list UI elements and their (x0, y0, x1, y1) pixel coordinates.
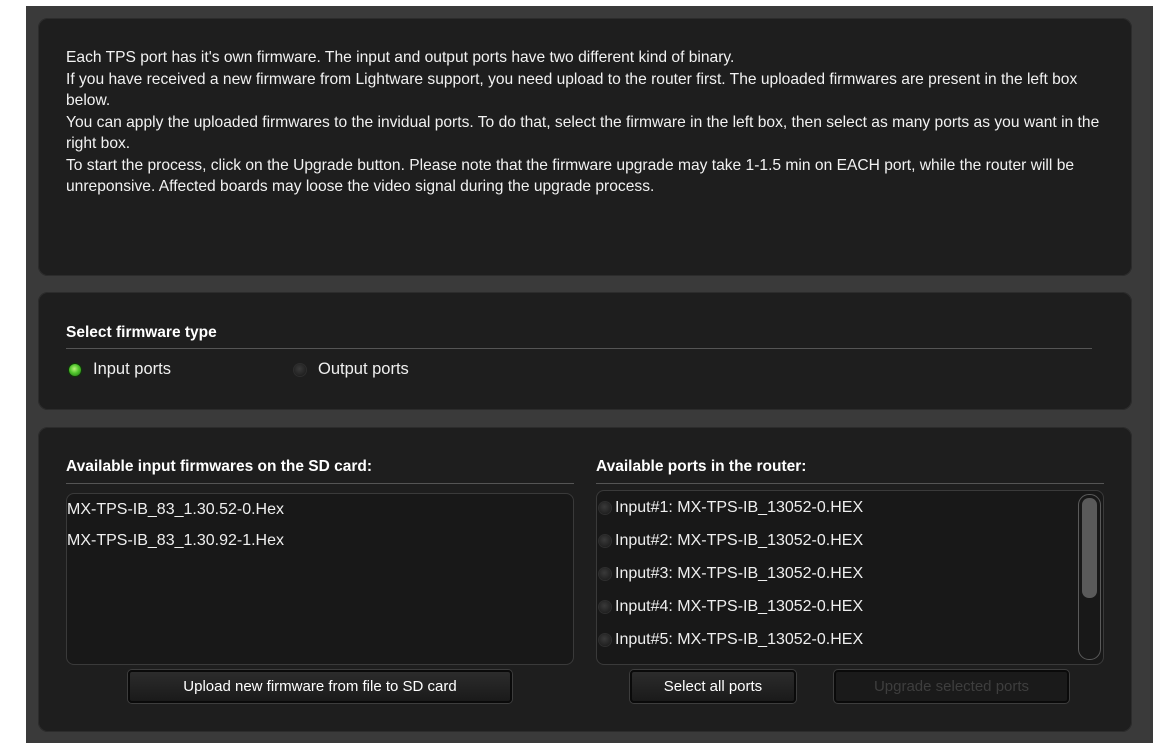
info-line: You can apply the uploaded firmwares to … (66, 113, 1100, 153)
port-item[interactable]: Input#4: MX-TPS-IB_13052-0.HEX (599, 598, 863, 616)
radio-label: Output ports (318, 360, 409, 378)
firmware-item[interactable]: MX-TPS-IB_83_1.30.92-1.Hex (67, 532, 284, 550)
scrollbar-thumb[interactable] (1082, 498, 1097, 598)
port-checkbox-icon (599, 535, 611, 547)
radio-selected-icon (69, 363, 81, 376)
radio-input-ports[interactable]: Input ports (69, 360, 171, 379)
firmware-type-panel: Select firmware type Input ports Output … (38, 292, 1132, 410)
firmwares-title: Available input firmwares on the SD card… (66, 458, 373, 475)
divider (66, 348, 1092, 349)
select-all-ports-button[interactable]: Select all ports (630, 670, 796, 703)
firmware-ports-panel: Available input firmwares on the SD card… (38, 427, 1132, 732)
port-checkbox-icon (599, 502, 611, 514)
radio-output-ports[interactable]: Output ports (294, 360, 409, 379)
port-checkbox-icon (599, 568, 611, 580)
info-text: Each TPS port has it's own firmware. The… (66, 47, 1112, 198)
info-line: If you have received a new firmware from… (66, 70, 1078, 110)
upload-firmware-button[interactable]: Upload new firmware from file to SD card (128, 670, 512, 703)
firmware-item[interactable]: MX-TPS-IB_83_1.30.52-0.Hex (67, 501, 284, 519)
port-label: Input#5: MX-TPS-IB_13052-0.HEX (615, 631, 864, 648)
info-line: To start the process, click on the Upgra… (66, 156, 1075, 196)
firmware-listbox[interactable]: MX-TPS-IB_83_1.30.52-0.Hex MX-TPS-IB_83_… (66, 493, 574, 665)
port-label: Input#4: MX-TPS-IB_13052-0.HEX (615, 598, 864, 615)
port-item[interactable]: Input#1: MX-TPS-IB_13052-0.HEX (599, 499, 863, 517)
info-panel: Each TPS port has it's own firmware. The… (38, 18, 1132, 276)
radio-label: Input ports (93, 360, 171, 378)
divider (596, 483, 1104, 484)
port-label: Input#2: MX-TPS-IB_13052-0.HEX (615, 532, 864, 549)
port-checkbox-icon (599, 634, 611, 646)
port-item[interactable]: Input#3: MX-TPS-IB_13052-0.HEX (599, 565, 863, 583)
ports-scrollbar[interactable] (1078, 494, 1101, 660)
port-item[interactable]: Input#2: MX-TPS-IB_13052-0.HEX (599, 532, 863, 550)
info-line: Each TPS port has it's own firmware. The… (66, 49, 735, 66)
divider (66, 483, 574, 484)
port-checkbox-icon (599, 601, 611, 613)
port-label: Input#3: MX-TPS-IB_13052-0.HEX (615, 565, 864, 582)
ports-title: Available ports in the router: (596, 458, 807, 475)
firmware-type-title: Select firmware type (66, 324, 217, 341)
port-item[interactable]: Input#5: MX-TPS-IB_13052-0.HEX (599, 631, 863, 649)
ports-listbox[interactable]: Input#1: MX-TPS-IB_13052-0.HEX Input#2: … (596, 490, 1104, 665)
radio-unselected-icon (294, 363, 306, 376)
upgrade-selected-ports-button[interactable]: Upgrade selected ports (834, 670, 1069, 703)
port-label: Input#1: MX-TPS-IB_13052-0.HEX (615, 499, 864, 516)
